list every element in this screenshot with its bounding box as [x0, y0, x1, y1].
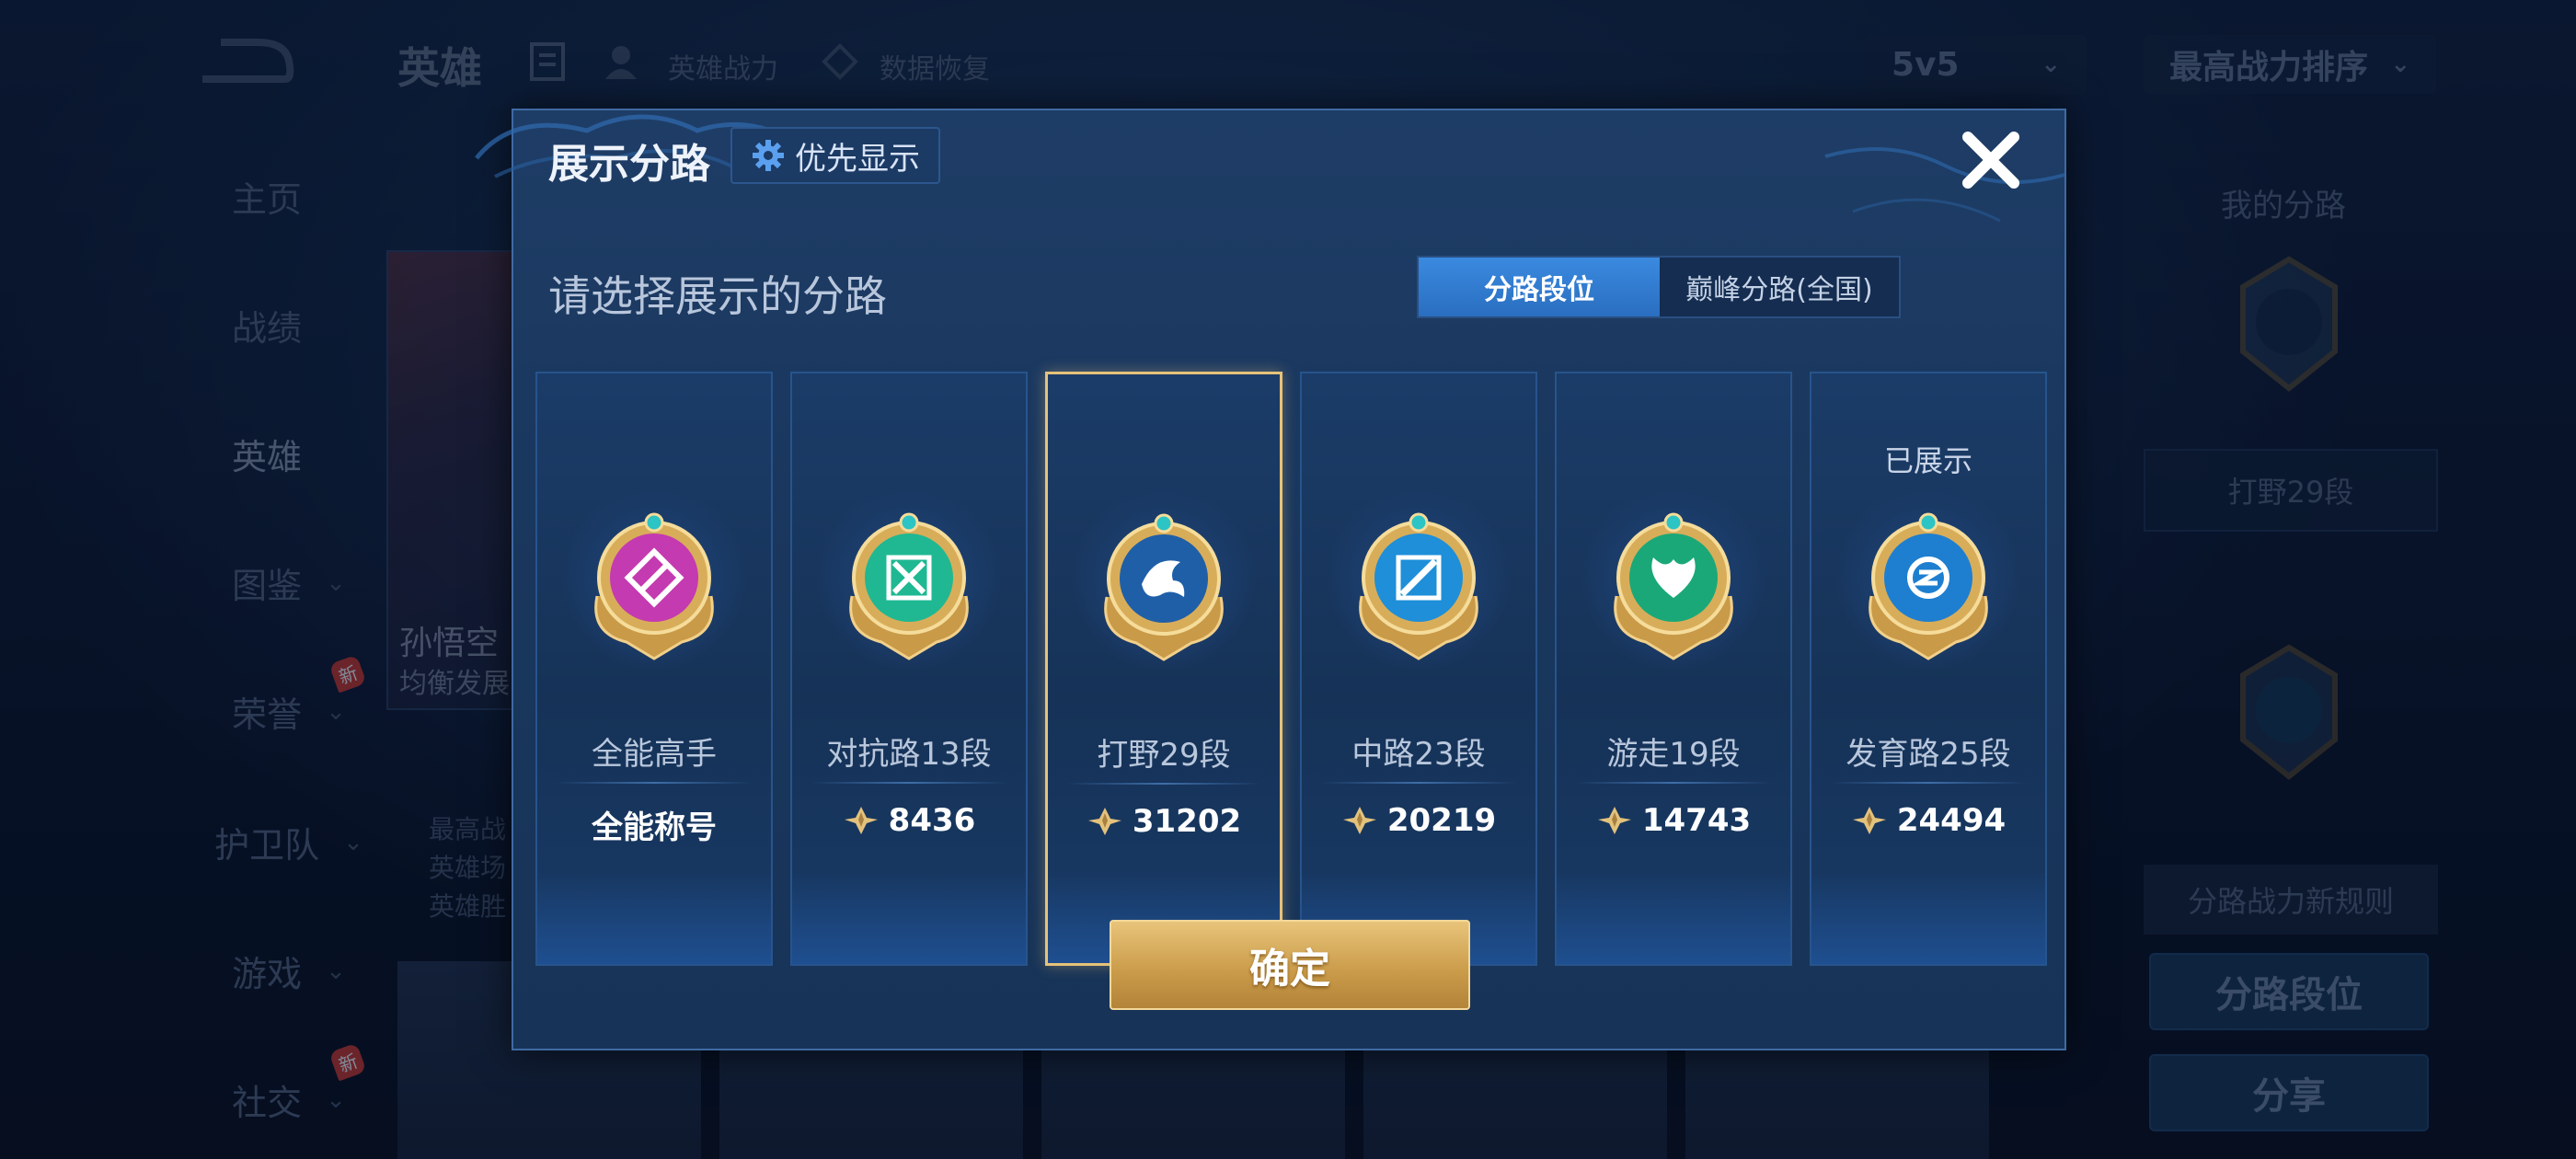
- priority-display-button[interactable]: 优先显示: [730, 127, 940, 184]
- power-icon: [1852, 807, 1886, 834]
- divider: [1320, 782, 1517, 784]
- power-icon: [1597, 807, 1631, 834]
- emblem-frame: [562, 486, 746, 670]
- power-icon: [1087, 808, 1121, 835]
- card-bottom-glow: [537, 872, 771, 964]
- card-bottom-glow: [1557, 872, 1790, 964]
- cloud-decoration: [1824, 147, 2065, 223]
- priority-display-label: 优先显示: [795, 140, 920, 178]
- divider: [1066, 783, 1261, 785]
- lane-card[interactable]: 中路23段 20219: [1300, 372, 1537, 966]
- lane-display-dialog: 展示分路 优先显示 请选择展示的分路 分路段位 巅峰分路(全国) 全能高手 全能…: [475, 109, 2066, 1050]
- lane-card[interactable]: 打野29段 31202: [1045, 372, 1282, 966]
- lane-name: 中路23段: [1351, 736, 1486, 773]
- dialog-subtitle: 请选择展示的分路: [548, 271, 887, 321]
- lane-card[interactable]: 对抗路13段 8436: [790, 372, 1028, 966]
- power-icon: [844, 807, 878, 834]
- lane-power: 8436: [792, 802, 1026, 839]
- lane-name: 游走19段: [1606, 736, 1741, 773]
- emblem-frame: [1836, 486, 2020, 670]
- lane-power: 20219: [1302, 802, 1535, 839]
- lane-power-value: 8436: [888, 802, 976, 839]
- divider: [811, 782, 1007, 784]
- mid-lane-emblem-icon: [1359, 512, 1478, 660]
- lane-power-value: 24494: [1896, 802, 2007, 839]
- clash-lane-emblem-icon: [849, 512, 969, 660]
- lane-power: 14743: [1557, 802, 1790, 839]
- lane-name: 对抗路13段: [826, 736, 992, 773]
- lane-tabs: 分路段位 巅峰分路(全国): [1417, 256, 1901, 318]
- card-bottom-glow: [792, 872, 1026, 964]
- tab-peak-lane-national[interactable]: 巅峰分路(全国): [1660, 258, 1899, 316]
- lane-power-value: 31202: [1132, 803, 1242, 840]
- lane-power-value: 14743: [1641, 802, 1752, 839]
- jungle-emblem-icon: [1104, 513, 1224, 661]
- gear-icon: [753, 140, 784, 171]
- tab-lane-segment[interactable]: 分路段位: [1419, 258, 1660, 316]
- lane-name: 打野29段: [1097, 737, 1231, 774]
- divider: [1830, 782, 2027, 784]
- dialog-title: 展示分路: [548, 141, 710, 188]
- close-icon: [1962, 132, 2019, 189]
- lane-card-list: 全能高手 全能称号 对抗路13段 8436 打野29段 31202 中路23段 …: [535, 372, 2048, 966]
- lane-power: 31202: [1048, 803, 1280, 840]
- lane-card[interactable]: 全能高手 全能称号: [535, 372, 773, 966]
- divider: [556, 782, 753, 784]
- lane-card[interactable]: 游走19段 14743: [1555, 372, 1792, 966]
- farm-lane-emblem-icon: [1869, 512, 1988, 660]
- divider: [1575, 782, 1772, 784]
- allround-emblem-icon: [594, 512, 714, 660]
- lane-card[interactable]: 已展示 发育路25段 24494: [1810, 372, 2047, 966]
- power-icon: [1342, 807, 1376, 834]
- card-bottom-glow: [1811, 872, 2045, 964]
- roam-emblem-icon: [1614, 512, 1733, 660]
- lane-name: 全能高手: [592, 736, 717, 773]
- confirm-button[interactable]: 确定: [1110, 920, 1470, 1010]
- shown-label: 已展示: [1883, 443, 1972, 478]
- lane-name: 发育路25段: [1846, 736, 2011, 773]
- lane-power-value: 20219: [1386, 802, 1497, 839]
- lane-power-value: 全能称号: [592, 809, 717, 846]
- emblem-frame: [817, 486, 1001, 670]
- emblem-frame: [1327, 486, 1511, 670]
- emblem-frame: [1581, 486, 1765, 670]
- close-button[interactable]: [1954, 123, 2028, 197]
- lane-power: 24494: [1811, 802, 2045, 839]
- emblem-frame: [1072, 487, 1256, 671]
- lane-power: 全能称号: [537, 802, 771, 847]
